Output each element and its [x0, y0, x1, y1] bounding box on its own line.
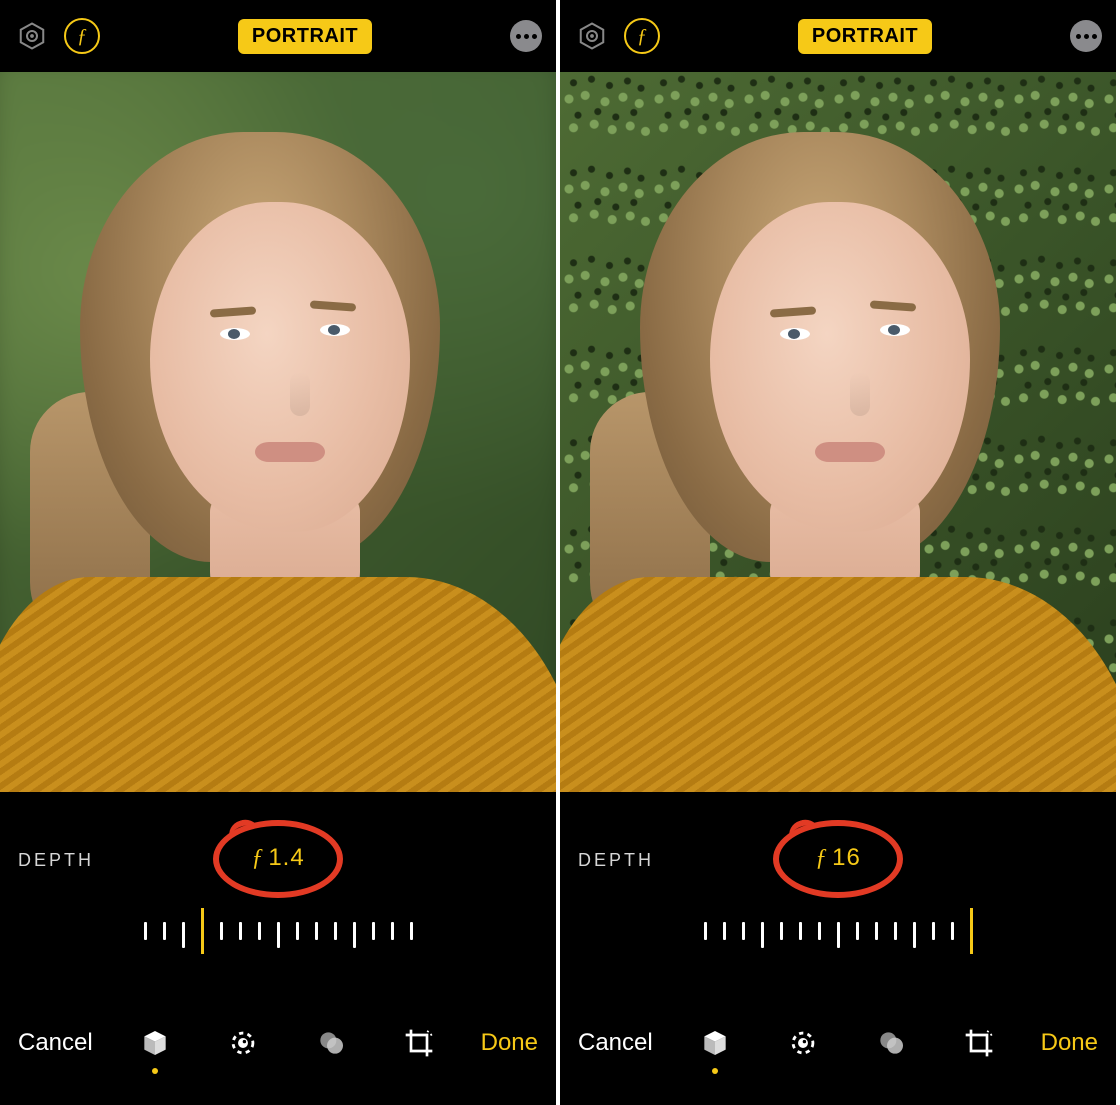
active-tab-indicator — [152, 1068, 158, 1074]
crop-tab[interactable] — [960, 1024, 998, 1062]
f-char: ƒ — [815, 845, 828, 871]
top-left-controls: ƒ — [574, 18, 660, 54]
photo-preview[interactable] — [560, 72, 1116, 792]
depth-slider-cursor[interactable] — [201, 908, 204, 954]
edit-mode-tabs — [136, 1024, 438, 1062]
edit-mode-tabs — [696, 1024, 998, 1062]
crop-tab[interactable] — [400, 1024, 438, 1062]
more-button[interactable] — [510, 20, 542, 52]
portrait-lighting-button[interactable] — [14, 18, 50, 54]
depth-label: DEPTH — [18, 850, 94, 871]
done-button[interactable]: Done — [1041, 1029, 1098, 1057]
adjust-dial-icon — [226, 1026, 260, 1060]
adjust-dial-icon — [786, 1026, 820, 1060]
photo-subject — [0, 72, 556, 792]
cancel-button[interactable]: Cancel — [18, 1029, 93, 1057]
filters-circles-icon — [875, 1027, 907, 1059]
portrait-lighting-button[interactable] — [574, 18, 610, 54]
portrait-cube-icon — [699, 1027, 731, 1059]
fstop-icon: ƒ — [77, 25, 87, 48]
mode-badge[interactable]: PORTRAIT — [238, 19, 372, 54]
depth-label: DEPTH — [578, 850, 654, 871]
depth-slider[interactable] — [678, 922, 998, 962]
hexagon-icon — [17, 21, 47, 51]
editor-pane-left: ƒ PORTRAIT DEPTH ƒ1.4 — [0, 0, 560, 1105]
depth-control-section: DEPTH ƒ16 — [560, 792, 1116, 992]
top-bar: ƒ PORTRAIT — [560, 0, 1116, 72]
photo-preview[interactable] — [0, 72, 556, 792]
mode-badge[interactable]: PORTRAIT — [798, 19, 932, 54]
photo-subject — [560, 72, 1116, 792]
fstop-icon: ƒ — [637, 25, 647, 48]
depth-slider[interactable] — [118, 922, 438, 962]
bottom-toolbar: Cancel — [0, 992, 556, 1102]
bottom-toolbar: Cancel — [560, 992, 1116, 1102]
filters-circles-icon — [315, 1027, 347, 1059]
crop-rotate-icon — [963, 1027, 995, 1059]
cancel-button[interactable]: Cancel — [578, 1029, 653, 1057]
hexagon-icon — [577, 21, 607, 51]
depth-control-section: DEPTH ƒ1.4 — [0, 792, 556, 992]
filters-tab[interactable] — [872, 1024, 910, 1062]
portrait-tab[interactable] — [696, 1024, 734, 1062]
f-char: ƒ — [251, 845, 264, 871]
depth-fstop-button[interactable]: ƒ — [64, 18, 100, 54]
depth-f-value: ƒ16 — [815, 844, 861, 872]
ellipsis-icon — [1076, 34, 1081, 39]
depth-slider-cursor[interactable] — [970, 908, 973, 954]
depth-fstop-button[interactable]: ƒ — [624, 18, 660, 54]
portrait-cube-icon — [139, 1027, 171, 1059]
adjust-tab[interactable] — [784, 1024, 822, 1062]
adjust-tab[interactable] — [224, 1024, 262, 1062]
depth-f-value: ƒ1.4 — [251, 844, 304, 872]
ellipsis-icon — [516, 34, 521, 39]
more-button[interactable] — [1070, 20, 1102, 52]
filters-tab[interactable] — [312, 1024, 350, 1062]
active-tab-indicator — [712, 1068, 718, 1074]
top-left-controls: ƒ — [14, 18, 100, 54]
editor-pane-right: ƒ PORTRAIT DEPTH ƒ16 — [560, 0, 1120, 1105]
portrait-tab[interactable] — [136, 1024, 174, 1062]
crop-rotate-icon — [403, 1027, 435, 1059]
top-bar: ƒ PORTRAIT — [0, 0, 556, 72]
done-button[interactable]: Done — [481, 1029, 538, 1057]
